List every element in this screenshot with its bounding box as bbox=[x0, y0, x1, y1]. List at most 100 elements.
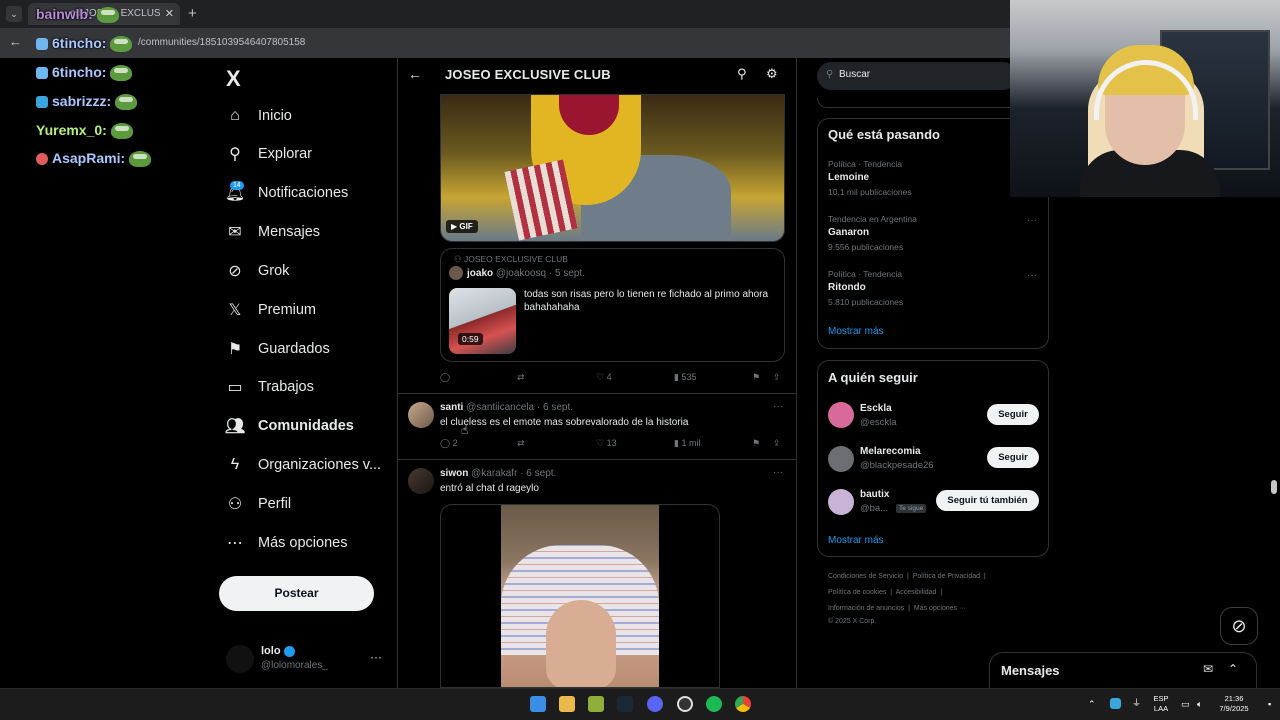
steam-icon[interactable] bbox=[617, 696, 633, 712]
follow-back-button[interactable]: Seguir tú también bbox=[936, 490, 1039, 511]
trend-name[interactable]: Ritondo bbox=[828, 282, 866, 293]
like-button[interactable]: ♡ 13 bbox=[596, 438, 617, 449]
chevron-up-icon[interactable]: ⌃ bbox=[1228, 662, 1238, 676]
nav-item-organizaciones[interactable]: ϟ Organizaciones v... bbox=[226, 450, 381, 480]
nav-item-explorar[interactable]: ⚲ Explorar bbox=[226, 139, 312, 169]
show-more-link[interactable]: Mostrar más bbox=[828, 535, 884, 546]
profile-name-text: lolo bbox=[261, 645, 281, 657]
spotify-icon[interactable] bbox=[706, 696, 722, 712]
scrollbar[interactable] bbox=[1271, 480, 1277, 494]
footer-link[interactable]: Condiciones de Servicio bbox=[828, 573, 903, 580]
post-author[interactable]: siwon @karakafr · 6 sept. bbox=[440, 468, 556, 479]
like-count: 13 bbox=[606, 438, 617, 448]
chevron-up-icon[interactable]: ⌃ bbox=[1088, 699, 1096, 709]
nav-item-comunidades[interactable]: 👥︎ Comunidades bbox=[225, 411, 354, 441]
nav-label: Mensajes bbox=[258, 224, 321, 240]
nav-item-mas-opciones[interactable]: ⋯ Más opciones bbox=[226, 528, 347, 558]
avatar bbox=[449, 266, 463, 280]
chrome-icon[interactable] bbox=[735, 696, 751, 712]
trend-name[interactable]: Lemoine bbox=[828, 172, 869, 183]
post-author[interactable]: santi @santiicancela · 6 sept. bbox=[440, 402, 573, 413]
language-indicator[interactable]: ESP LAA bbox=[1150, 694, 1172, 714]
footer-link[interactable]: Política de Privacidad bbox=[913, 573, 980, 580]
nav-item-perfil[interactable]: ⚇ Perfil bbox=[226, 489, 291, 519]
follow-name[interactable]: Melarecomia bbox=[860, 446, 921, 457]
network-icon[interactable]: ▭ bbox=[1181, 699, 1190, 709]
app-icon[interactable] bbox=[588, 696, 604, 712]
more-icon[interactable]: ··· bbox=[773, 467, 783, 478]
footer-link[interactable]: Más opciones ··· bbox=[914, 605, 966, 612]
footer-link[interactable]: Política de cookies bbox=[828, 589, 886, 596]
avatar[interactable] bbox=[828, 489, 854, 515]
more-icon[interactable]: ··· bbox=[773, 401, 783, 412]
post-button[interactable]: Postear bbox=[219, 576, 374, 611]
gif-media[interactable] bbox=[440, 94, 785, 242]
nav-item-notificaciones[interactable]: 🔔︎ Notificaciones bbox=[225, 178, 349, 208]
volume-icon[interactable]: 🔈︎ bbox=[1197, 699, 1202, 709]
tab-search-icon[interactable]: ⌄ bbox=[6, 6, 22, 22]
share-icon[interactable]: ⇪ bbox=[773, 438, 781, 449]
windows-start-icon[interactable] bbox=[530, 696, 546, 712]
views-button[interactable]: ▮ 1 mil bbox=[674, 438, 700, 449]
discord-icon[interactable] bbox=[647, 696, 663, 712]
clock[interactable]: 21:36 7/9/2025 bbox=[1214, 694, 1254, 714]
avatar[interactable] bbox=[408, 468, 434, 494]
back-arrow-icon[interactable]: ← bbox=[408, 66, 422, 82]
follow-button[interactable]: Seguir bbox=[987, 404, 1039, 425]
search-input[interactable]: Buscar bbox=[817, 62, 1017, 90]
retweet-icon[interactable]: ⇄ bbox=[517, 372, 525, 383]
avatar[interactable] bbox=[828, 402, 854, 428]
tab-close-icon[interactable]: ✕ bbox=[165, 7, 174, 20]
chat-username: bainwlb: bbox=[36, 6, 93, 22]
profile-name[interactable]: lolo bbox=[261, 645, 295, 657]
new-tab-icon[interactable]: + bbox=[188, 5, 197, 22]
avatar[interactable] bbox=[226, 645, 254, 673]
new-message-icon[interactable]: ✉ bbox=[1203, 662, 1213, 676]
gear-icon[interactable]: ⚙ bbox=[766, 66, 778, 82]
file-explorer-icon[interactable] bbox=[559, 696, 575, 712]
nav-label: Notificaciones bbox=[258, 185, 349, 201]
search-icon[interactable]: ⚲ bbox=[737, 66, 747, 82]
nav-item-mensajes[interactable]: ✉ Mensajes bbox=[226, 217, 320, 247]
nav-item-trabajos[interactable]: ▭ Trabajos bbox=[226, 372, 313, 402]
bookmark-icon[interactable]: ⚑ bbox=[752, 438, 760, 449]
avatar[interactable] bbox=[408, 402, 434, 428]
x-logo[interactable]: X bbox=[226, 66, 241, 92]
tray-icon[interactable] bbox=[1110, 698, 1121, 709]
follow-name[interactable]: Esckla bbox=[860, 403, 892, 414]
more-icon[interactable]: ··· bbox=[1027, 270, 1037, 281]
nav-item-premium[interactable]: 𝕏 Premium bbox=[226, 295, 316, 325]
follow-handle: @esckla bbox=[860, 417, 897, 428]
back-icon[interactable]: ← bbox=[9, 34, 22, 49]
retweet-icon[interactable]: ⇄ bbox=[517, 438, 525, 449]
follow-button[interactable]: Seguir bbox=[987, 447, 1039, 468]
footer-link[interactable]: Accesibilidad bbox=[896, 589, 937, 596]
more-icon[interactable]: ··· bbox=[370, 650, 382, 664]
grok-icon[interactable]: ⊘ bbox=[1220, 607, 1258, 645]
post-media[interactable] bbox=[440, 504, 720, 688]
nav-item-grok[interactable]: ⊘ Grok bbox=[226, 256, 289, 286]
nav-item-guardados[interactable]: ⚑ Guardados bbox=[226, 334, 330, 364]
address-bar[interactable]: ← /communities/1851039546407805158 bbox=[0, 28, 1010, 58]
follow-name[interactable]: bautix bbox=[860, 489, 889, 500]
trend-name[interactable]: Ganaron bbox=[828, 227, 869, 238]
bookmark-icon[interactable]: ⚑ bbox=[752, 372, 760, 383]
gif-label[interactable]: ▶ GIF bbox=[446, 220, 478, 233]
usb-icon[interactable]: ⏚ bbox=[1132, 698, 1141, 708]
share-icon[interactable]: ⇪ bbox=[773, 372, 781, 383]
app-icon[interactable] bbox=[677, 696, 693, 712]
avatar[interactable] bbox=[828, 446, 854, 472]
column-divider bbox=[397, 58, 398, 688]
url-text[interactable]: /communities/1851039546407805158 bbox=[138, 37, 305, 48]
nav-item-inicio[interactable]: ⌂ Inicio bbox=[226, 101, 292, 131]
quote-author: joako @joakoosq · 5 sept. bbox=[467, 268, 585, 279]
nav-label: Perfil bbox=[258, 496, 292, 512]
notification-icon[interactable]: ▪ bbox=[1268, 699, 1271, 709]
show-more-link[interactable]: Mostrar más bbox=[828, 326, 884, 337]
views-button[interactable]: ▮ 535 bbox=[674, 372, 696, 383]
reply-button[interactable]: ◯ 2 bbox=[440, 438, 458, 449]
like-button[interactable]: ♡ 4 bbox=[596, 372, 612, 383]
more-icon[interactable]: ··· bbox=[1027, 215, 1037, 226]
reply-icon[interactable]: ◯ bbox=[440, 372, 450, 383]
footer-link[interactable]: Información de anuncios bbox=[828, 605, 904, 612]
